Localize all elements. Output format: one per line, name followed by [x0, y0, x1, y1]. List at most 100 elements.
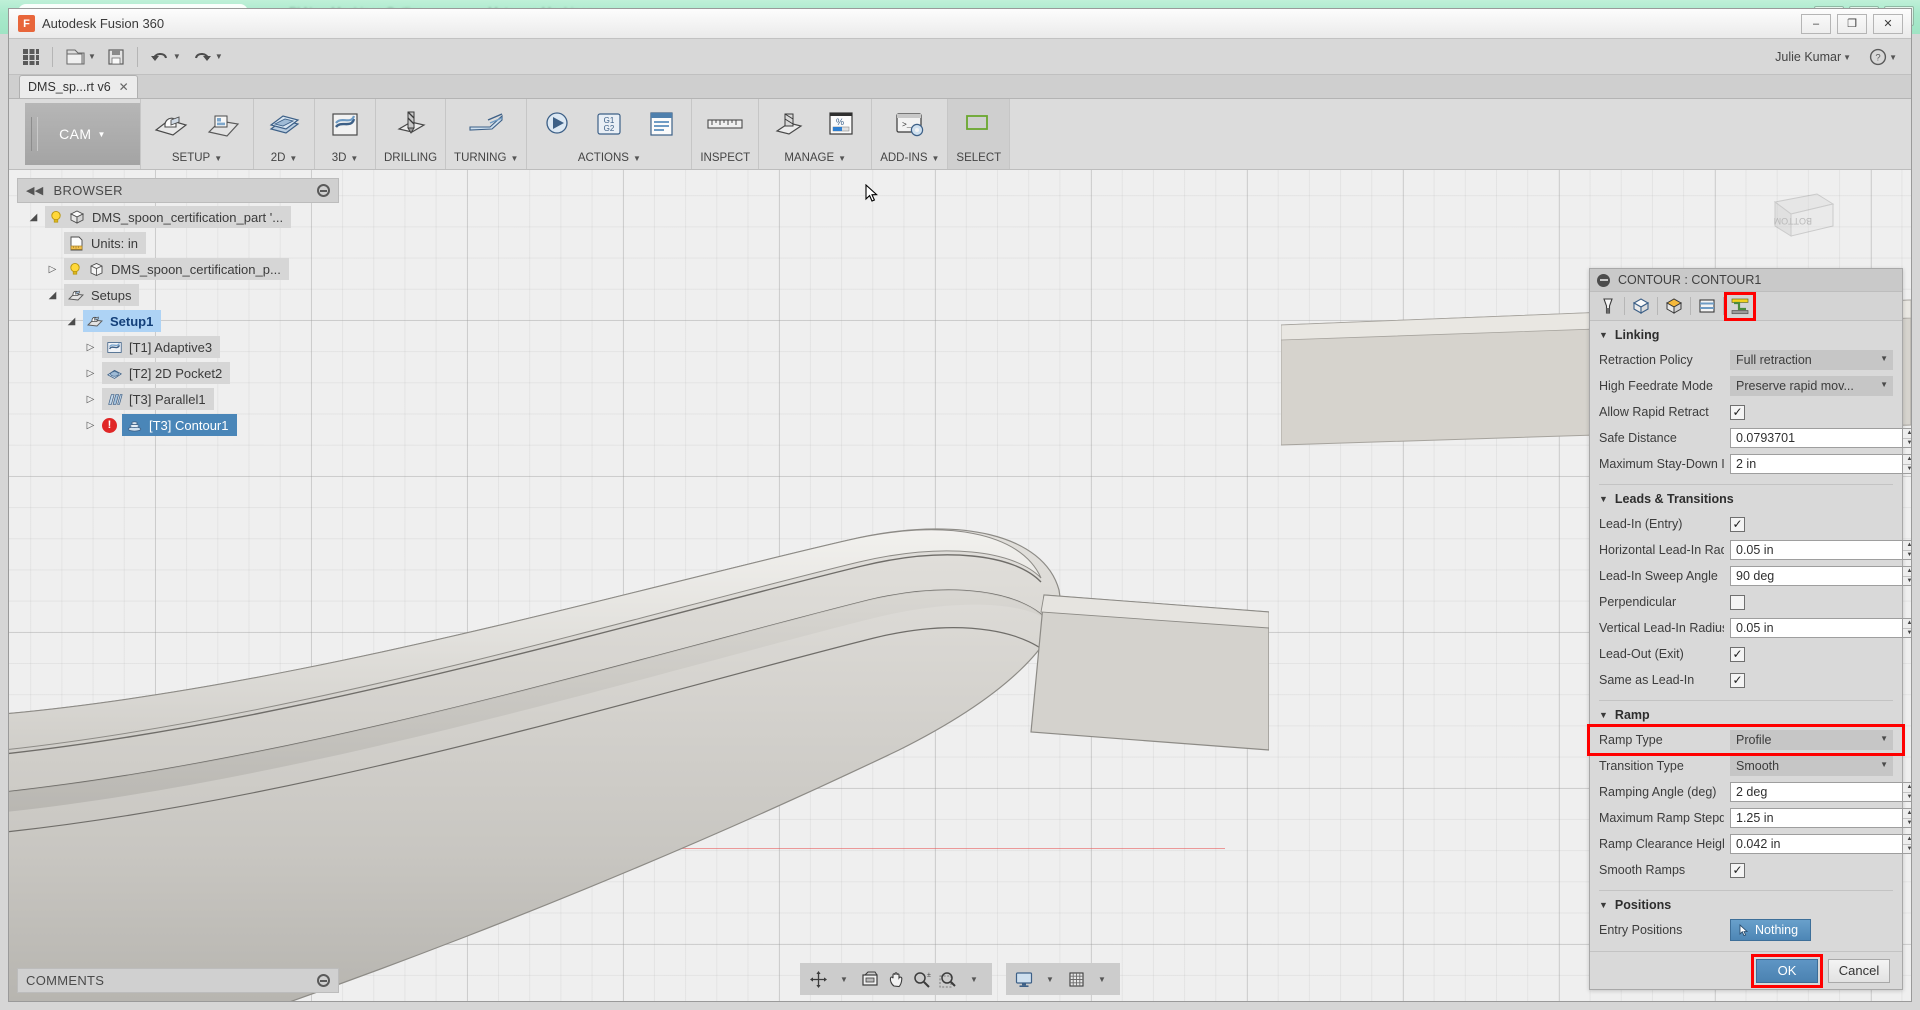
- browser-tree-item[interactable]: ◢ Setup1: [17, 309, 339, 333]
- new-dropdown-caret[interactable]: ▼: [88, 52, 96, 61]
- spinner-up-icon[interactable]: ▲: [1903, 429, 1911, 439]
- manage-group-caret[interactable]: ▼: [838, 154, 846, 163]
- collapse-left-icon[interactable]: ◀◀: [26, 184, 44, 197]
- pan-button[interactable]: [884, 966, 908, 992]
- visibility-bulb-icon[interactable]: [68, 262, 82, 276]
- dialog-number-input[interactable]: [1730, 808, 1903, 828]
- tab-tool[interactable]: [1594, 294, 1622, 319]
- spinner-down-icon[interactable]: ▼: [1903, 577, 1911, 586]
- undo-button[interactable]: ▼: [145, 43, 185, 71]
- spinner-down-icon[interactable]: ▼: [1903, 439, 1911, 448]
- dialog-number-field[interactable]: ▲▼: [1730, 782, 1911, 802]
- actions-group-caret[interactable]: ▼: [633, 154, 641, 163]
- user-dropdown-caret[interactable]: ▼: [1843, 53, 1851, 62]
- dialog-header[interactable]: CONTOUR : CONTOUR1: [1590, 269, 1902, 292]
- dialog-checkbox[interactable]: ✓: [1730, 862, 1745, 878]
- dialog-number-input[interactable]: [1730, 566, 1903, 586]
- section-collapse-triangle-icon[interactable]: ▼: [1599, 330, 1608, 340]
- drilling-button[interactable]: [385, 102, 437, 146]
- dialog-checkbox[interactable]: ✓: [1730, 646, 1745, 662]
- dialog-number-input[interactable]: [1730, 782, 1903, 802]
- ok-button[interactable]: OK: [1751, 953, 1823, 988]
- expand-arrow-open-icon[interactable]: ◢: [27, 212, 40, 223]
- post-process-button[interactable]: G1 G2: [583, 102, 635, 146]
- comments-panel[interactable]: COMMENTS: [17, 968, 339, 993]
- section-collapse-triangle-icon[interactable]: ▼: [1599, 900, 1608, 910]
- dialog-number-input[interactable]: [1730, 540, 1903, 560]
- dialog-number-input[interactable]: [1730, 454, 1903, 474]
- user-menu-button[interactable]: Julie Kumar ▼: [1771, 43, 1855, 71]
- browser-tree-item-content[interactable]: Setup1: [83, 310, 162, 332]
- dialog-number-input[interactable]: [1730, 618, 1903, 638]
- fit-button[interactable]: [936, 966, 960, 992]
- new-design-button[interactable]: ▼: [60, 43, 100, 71]
- tab-heights[interactable]: [1660, 294, 1688, 319]
- setup-button[interactable]: [145, 102, 197, 146]
- spinner-up-icon[interactable]: ▲: [1903, 835, 1911, 845]
- redo-button[interactable]: ▼: [187, 43, 227, 71]
- spinner-up-icon[interactable]: ▲: [1903, 455, 1911, 465]
- setup-sheet-button[interactable]: [635, 102, 687, 146]
- browser-tree-item-content[interactable]: [T3] Parallel1: [102, 388, 214, 410]
- ribbon-group-label-2d[interactable]: 2D ▼: [254, 147, 314, 169]
- dialog-number-field[interactable]: ▲▼: [1730, 834, 1911, 854]
- grid-dropdown-caret[interactable]: ▼: [1090, 966, 1114, 992]
- fusion-close-button[interactable]: ✕: [1873, 13, 1903, 34]
- dialog-spinner-buttons[interactable]: ▲ ▼: [1903, 540, 1911, 560]
- browser-tree-item-content[interactable]: [T1] Adaptive3: [102, 336, 221, 358]
- ribbon-group-label-inspect[interactable]: INSPECT: [692, 147, 758, 169]
- spinner-down-icon[interactable]: ▼: [1903, 819, 1911, 828]
- browser-header[interactable]: ◀◀ BROWSER: [17, 178, 339, 203]
- view-cube[interactable]: BOTTOM: [1769, 188, 1839, 244]
- spinner-up-icon[interactable]: ▲: [1903, 567, 1911, 577]
- browser-tree-item[interactable]: ▷! [T3] Contour1: [17, 413, 339, 437]
- display-dropdown-caret[interactable]: ▼: [1038, 966, 1062, 992]
- select-button[interactable]: [952, 102, 1005, 146]
- adaptive-3d-button[interactable]: [319, 102, 371, 146]
- cancel-button[interactable]: Cancel: [1828, 958, 1890, 983]
- comments-minimize-icon[interactable]: [317, 974, 330, 987]
- help-dropdown-caret[interactable]: ▼: [1889, 53, 1897, 62]
- pocket-2d-button[interactable]: [258, 102, 310, 146]
- browser-tree-item[interactable]: ▷ [T1] Adaptive3: [17, 335, 339, 359]
- expand-arrow-closed-icon[interactable]: ▷: [84, 368, 97, 379]
- dialog-section-header[interactable]: ▼ Positions: [1590, 891, 1902, 917]
- ribbon-group-label-select[interactable]: SELECT: [948, 147, 1010, 169]
- show-data-panel-button[interactable]: [17, 43, 45, 71]
- workspace-switcher-button[interactable]: CAM ▼: [25, 103, 140, 165]
- dialog-section-header[interactable]: ▼ Ramp: [1590, 701, 1902, 727]
- orbit-button[interactable]: [806, 966, 830, 992]
- help-button[interactable]: ? ▼: [1865, 43, 1901, 71]
- dialog-spinner-buttons[interactable]: ▲ ▼: [1903, 834, 1911, 854]
- browser-tree-item-content[interactable]: DMS_spoon_certification_part '...: [45, 206, 292, 228]
- dialog-dropdown[interactable]: Profile: [1730, 730, 1893, 750]
- visibility-bulb-icon[interactable]: [49, 210, 63, 224]
- redo-dropdown-caret[interactable]: ▼: [215, 52, 223, 61]
- minimize-icon[interactable]: [1597, 273, 1610, 287]
- tab-passes[interactable]: [1693, 294, 1721, 319]
- dialog-section-header[interactable]: ▼ Linking: [1590, 321, 1902, 347]
- dialog-spinner-buttons[interactable]: ▲ ▼: [1903, 618, 1911, 638]
- dialog-dropdown[interactable]: Smooth: [1730, 756, 1893, 776]
- browser-tree-item[interactable]: ▷ DMS_spoon_certification_p...: [17, 257, 339, 281]
- twod-group-caret[interactable]: ▼: [289, 154, 297, 163]
- tab-geometry[interactable]: [1627, 294, 1655, 319]
- turning-group-caret[interactable]: ▼: [510, 154, 518, 163]
- dialog-number-field[interactable]: ▲▼: [1730, 454, 1911, 474]
- dialog-checkbox[interactable]: [1730, 594, 1745, 610]
- browser-tree-item[interactable]: ▷ [T3] Parallel1: [17, 387, 339, 411]
- fusion-maximize-button[interactable]: ❐: [1837, 13, 1867, 34]
- browser-tree-item[interactable]: ▷ [T2] 2D Pocket2: [17, 361, 339, 385]
- browser-tree-item-content[interactable]: Units: in: [64, 232, 146, 254]
- machining-time-button[interactable]: %: [815, 102, 867, 146]
- ribbon-group-label-manage[interactable]: MANAGE ▼: [759, 147, 871, 169]
- spinner-down-icon[interactable]: ▼: [1903, 845, 1911, 854]
- dialog-number-field[interactable]: ▲▼: [1730, 566, 1911, 586]
- spinner-up-icon[interactable]: ▲: [1903, 541, 1911, 551]
- dialog-dropdown[interactable]: Preserve rapid mov...: [1730, 376, 1893, 396]
- ribbon-group-label-3d[interactable]: 3D ▼: [315, 147, 375, 169]
- expand-arrow-open-icon[interactable]: ◢: [65, 316, 78, 327]
- ribbon-group-label-turning[interactable]: TURNING ▼: [446, 147, 526, 169]
- section-collapse-triangle-icon[interactable]: ▼: [1599, 710, 1608, 720]
- expand-arrow-open-icon[interactable]: ◢: [46, 290, 59, 301]
